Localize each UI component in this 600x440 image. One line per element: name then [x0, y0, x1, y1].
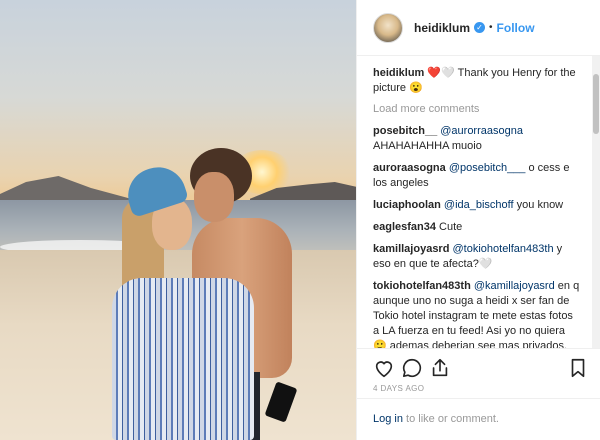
striped-shirt	[112, 278, 254, 440]
comment-item: tokiohotelfan483th @kamillajoyasrd en q …	[373, 279, 581, 348]
comment-username[interactable]: auroraasogna	[373, 162, 446, 174]
comment-username[interactable]: eaglesfan34	[373, 221, 436, 233]
comments-scrollbar[interactable]	[592, 56, 600, 348]
post-actions	[357, 348, 600, 388]
verified-badge-icon: ✓	[474, 22, 486, 33]
load-more-comments-button[interactable]: Load more comments	[373, 103, 581, 115]
comment-item: auroraasogna @posebitch___ o cess e los …	[373, 161, 581, 191]
post-photo[interactable]	[0, 0, 356, 440]
comment-text: AHAHAHAHHA muoio	[373, 140, 482, 152]
caption-username[interactable]: heidiklum	[373, 67, 424, 79]
login-prompt-text: to like or comment.	[402, 413, 499, 425]
comment-item: posebitch__ @aurorraasogna AHAHAHAHHA mu…	[373, 124, 581, 154]
post-timestamp: 4 DAYS AGO	[373, 384, 425, 393]
login-link[interactable]: Log in	[373, 413, 403, 425]
caption: heidiklum ❤️🤍 Thank you Henry for the pi…	[373, 66, 581, 96]
phone	[264, 381, 298, 423]
post-sidebar: heidiklum ✓ • Follow heidiklum ❤️🤍 Thank…	[356, 0, 600, 440]
comment-item: kamillajoyasrd @tokiohotelfan483th y eso…	[373, 242, 581, 272]
separator-dot: •	[489, 22, 493, 33]
comment-item: eaglesfan34 Cute	[373, 220, 581, 235]
scrollbar-thumb[interactable]	[593, 74, 599, 134]
comment-username[interactable]: luciaphoolan	[373, 199, 441, 211]
comment-text: Cute	[439, 221, 463, 233]
comment-username[interactable]: tokiohotelfan483th	[373, 280, 471, 292]
share-icon[interactable]	[429, 357, 451, 379]
follow-button[interactable]: Follow	[497, 21, 535, 35]
comments-list[interactable]: heidiklum ❤️🤍 Thank you Henry for the pi…	[357, 56, 591, 348]
comment-mention[interactable]: @posebitch___	[449, 162, 526, 174]
comment-mention[interactable]: @tokiohotelfan483th	[453, 243, 554, 255]
comment-text: you know	[516, 199, 564, 211]
comment-item: luciaphoolan @ida_bischoff you know	[373, 198, 581, 213]
comment-mention[interactable]: @ida_bischoff	[444, 199, 514, 211]
avatar[interactable]	[373, 12, 403, 43]
heart-icon[interactable]	[373, 357, 395, 379]
comment-mention[interactable]: @aurorraasogna	[440, 125, 523, 137]
login-footer: Log in to like or comment.	[357, 398, 600, 440]
comment-mention[interactable]: @kamillajoyasrd	[474, 280, 555, 292]
comment-username[interactable]: posebitch__	[373, 125, 437, 137]
post-header: heidiklum ✓ • Follow	[357, 0, 600, 56]
instagram-post: heidiklum ✓ • Follow heidiklum ❤️🤍 Thank…	[0, 0, 600, 440]
woman-figure	[108, 160, 258, 440]
header-username[interactable]: heidiklum	[414, 21, 470, 35]
bookmark-icon[interactable]	[567, 357, 589, 379]
comment-username[interactable]: kamillajoyasrd	[373, 243, 449, 255]
comment-icon[interactable]	[401, 357, 423, 379]
